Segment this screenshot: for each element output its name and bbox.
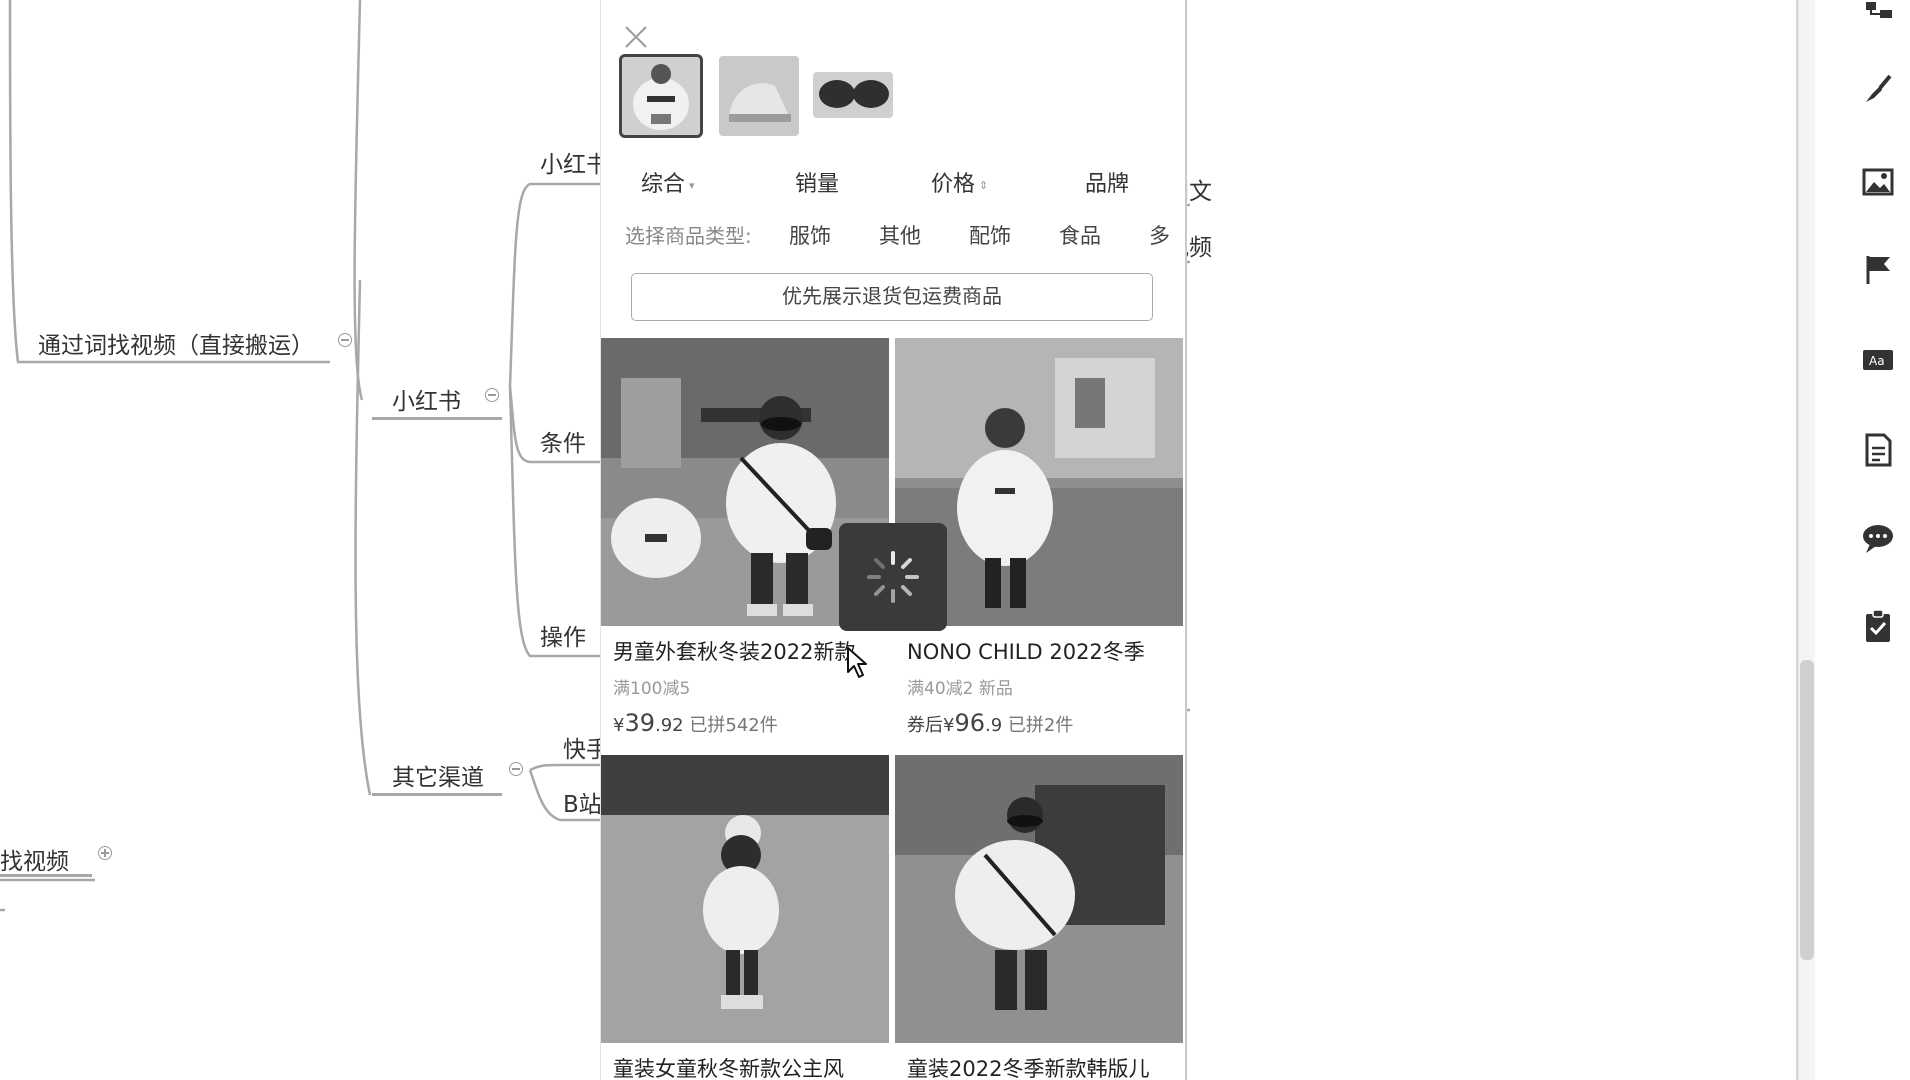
product-title[interactable]: 童装2022冬季新款韩版儿 bbox=[907, 1053, 1183, 1080]
collapse-icon[interactable] bbox=[509, 762, 523, 776]
product-image[interactable] bbox=[601, 755, 889, 1043]
node-underline bbox=[0, 874, 92, 877]
node-underline bbox=[372, 417, 502, 420]
node-xiaohongshu[interactable]: 小红书 bbox=[392, 382, 461, 416]
text-style-icon[interactable]: Aa bbox=[1860, 342, 1896, 378]
shoes-thumbnail-image bbox=[719, 56, 799, 136]
product-price-row: 券后¥96.9 已拼2件 bbox=[907, 709, 1183, 737]
sort-arrows-icon: ⇕ bbox=[979, 178, 989, 192]
expand-icon[interactable] bbox=[98, 846, 112, 860]
image-icon[interactable] bbox=[1860, 164, 1896, 200]
product-photo bbox=[601, 755, 889, 1043]
collapse-icon[interactable] bbox=[338, 333, 352, 347]
product-title[interactable]: NONO CHILD 2022冬季 bbox=[907, 636, 1183, 666]
mouse-cursor-icon bbox=[847, 647, 867, 678]
price-integer: 39 bbox=[624, 709, 655, 737]
type-accessories[interactable]: 配饰 bbox=[969, 220, 1011, 250]
node-find-by-word[interactable]: 通过词找视频（直接搬运） bbox=[38, 326, 314, 360]
product-promo: 满40减2 新品 bbox=[907, 679, 1013, 699]
node-bilibili[interactable]: B站 bbox=[563, 785, 602, 819]
sort-label: 品牌 bbox=[1085, 172, 1130, 197]
price-prefix: 券后¥ bbox=[907, 715, 955, 736]
type-filter-label: 选择商品类型: bbox=[625, 224, 752, 248]
sort-tab-brand[interactable]: 品牌 bbox=[1085, 166, 1129, 198]
sort-tab-sales[interactable]: 销量 bbox=[795, 166, 839, 198]
close-icon[interactable] bbox=[621, 22, 651, 52]
product-card[interactable]: 童装女童秋冬新款公主风 bbox=[601, 755, 889, 1080]
sort-tab-price[interactable]: 价格 ⇕ bbox=[931, 166, 988, 198]
note-icon[interactable] bbox=[1860, 432, 1896, 468]
node-other-channels[interactable]: 其它渠道 bbox=[392, 758, 484, 792]
sunglasses-thumbnail-image bbox=[813, 72, 893, 118]
price-prefix: ¥ bbox=[613, 715, 625, 736]
flag-icon[interactable] bbox=[1860, 252, 1896, 288]
brush-icon[interactable] bbox=[1860, 72, 1896, 108]
sort-tab-comprehensive[interactable]: 综合 ▾ bbox=[641, 166, 695, 198]
type-other[interactable]: 其他 bbox=[879, 220, 921, 250]
node-underline bbox=[372, 793, 502, 796]
svg-text:Aa: Aa bbox=[1869, 354, 1885, 368]
type-clothing[interactable]: 服饰 bbox=[789, 220, 831, 250]
node-xiaohongshu-child[interactable]: 小红书 bbox=[540, 145, 609, 179]
sold-count: 已拼2件 bbox=[1007, 715, 1074, 736]
sort-label: 价格 bbox=[931, 172, 976, 197]
structure-icon[interactable] bbox=[1860, 0, 1896, 36]
jacket-thumbnail-image bbox=[621, 56, 701, 136]
price-integer: 96 bbox=[954, 709, 985, 737]
thumbnail-1[interactable] bbox=[619, 54, 703, 138]
product-card[interactable]: 童装2022冬季新款韩版儿 bbox=[895, 755, 1183, 1080]
sold-count: 已拼542件 bbox=[689, 715, 778, 736]
sort-label: 销量 bbox=[795, 172, 840, 197]
scrollbar-thumb[interactable] bbox=[1800, 660, 1814, 960]
thumbnail-3[interactable] bbox=[813, 72, 893, 118]
prefer-free-return-button[interactable]: 优先展示退货包运费商品 bbox=[631, 273, 1153, 321]
type-more[interactable]: 多 bbox=[1149, 220, 1170, 250]
product-search-panel: 综合 ▾ 销量 价格 ⇕ 品牌 选择商品类型: 服饰 其他 配饰 食品 多 优先展示… bbox=[600, 0, 1187, 1080]
collapse-icon[interactable] bbox=[485, 388, 499, 402]
type-food[interactable]: 食品 bbox=[1059, 220, 1101, 250]
product-image[interactable] bbox=[895, 755, 1183, 1043]
price-decimal: .9 bbox=[985, 715, 1003, 736]
node-operations[interactable]: 操作 bbox=[540, 618, 586, 652]
task-icon[interactable] bbox=[1860, 608, 1896, 644]
loading-overlay bbox=[839, 523, 947, 631]
product-price-row: ¥39.92 已拼542件 bbox=[613, 709, 889, 737]
spinner-icon bbox=[867, 551, 919, 603]
sort-label: 综合 bbox=[641, 172, 686, 197]
thumbnail-2[interactable] bbox=[719, 56, 799, 136]
node-conditions[interactable]: 条件 bbox=[540, 424, 586, 458]
right-toolbar: Aa bbox=[1840, 0, 1910, 1080]
node-find-video[interactable]: 找视频 bbox=[0, 842, 69, 876]
price-decimal: .92 bbox=[655, 715, 684, 736]
product-photo bbox=[895, 755, 1183, 1043]
comment-icon[interactable] bbox=[1860, 520, 1896, 556]
product-title[interactable]: 童装女童秋冬新款公主风 bbox=[613, 1053, 889, 1080]
chevron-down-icon: ▾ bbox=[689, 178, 695, 192]
